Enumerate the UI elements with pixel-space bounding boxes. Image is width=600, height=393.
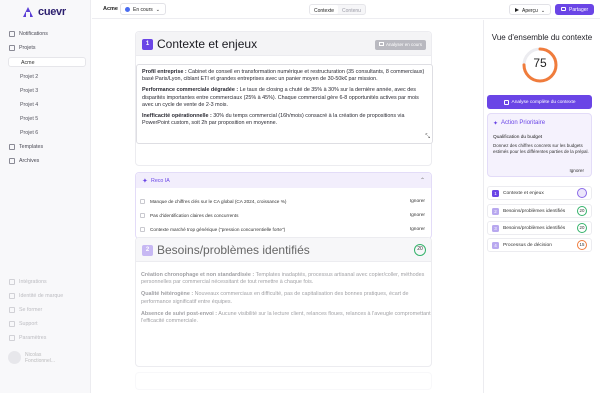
app-name: cuevr bbox=[38, 6, 66, 18]
priority-title: Action Prioritaire bbox=[501, 120, 546, 126]
step-item[interactable]: 1 Contexte et enjeux bbox=[487, 186, 592, 200]
folder-icon bbox=[9, 45, 15, 51]
section-contexte: 1 Contexte et enjeux Analyser en cours P… bbox=[135, 31, 433, 166]
book-icon bbox=[9, 307, 15, 313]
sidebar-item-templates[interactable]: Templates bbox=[9, 144, 43, 150]
brand-icon bbox=[9, 293, 15, 299]
paragraph: Création chronophage et non standardisée… bbox=[141, 272, 425, 286]
sidebar-item-projets[interactable]: Projets bbox=[9, 45, 36, 51]
status-dropdown[interactable]: En cours ⌄ bbox=[120, 3, 166, 15]
score-value: 75 bbox=[533, 56, 547, 70]
tab-contexte[interactable]: Contexte bbox=[310, 5, 339, 14]
sidebar-item-former[interactable]: Se former bbox=[9, 307, 42, 313]
sidebar-item-parametres[interactable]: Paramètres bbox=[9, 335, 46, 341]
analyze-icon bbox=[378, 42, 384, 46]
sidebar-item-integrations[interactable]: Intégrations bbox=[9, 279, 47, 285]
paragraph: Qualité hétérogène : Nouveaux commerciau… bbox=[141, 291, 409, 305]
gear-icon bbox=[9, 335, 15, 341]
reco-ia-panel: ✦ Reco IA ⌃ Manque de chiffres clés sur … bbox=[135, 172, 432, 239]
ignore-button[interactable]: Ignorer bbox=[410, 199, 425, 204]
main-content: 1 Contexte et enjeux Analyser en cours P… bbox=[92, 20, 477, 393]
step-score: 20 bbox=[577, 223, 587, 233]
reco-row: Pas d'identification claires des concurr… bbox=[140, 210, 425, 221]
ignore-button[interactable]: Ignorer bbox=[569, 168, 584, 173]
step-item[interactable]: 3 Besoins/problèmes identifiés 20 bbox=[487, 221, 592, 235]
reco-title: Reco IA bbox=[151, 178, 170, 184]
overview-title: Vue d'ensemble du contexte bbox=[491, 33, 593, 42]
section-score: 20 bbox=[414, 244, 426, 256]
section-number: 2 bbox=[142, 245, 153, 256]
priority-subtitle: Qualification du budget bbox=[493, 135, 543, 140]
sidebar-item-support[interactable]: Support bbox=[9, 321, 38, 327]
analyze-button[interactable]: Analyser en cours bbox=[374, 40, 426, 50]
step-score: 15 bbox=[577, 240, 587, 250]
sidebar-item-archives[interactable]: Archives bbox=[9, 158, 39, 164]
template-icon bbox=[9, 144, 15, 150]
sparkle-icon: ✦ bbox=[142, 178, 148, 185]
tab-contenu[interactable]: Contenu bbox=[338, 5, 365, 14]
reco-checkbox[interactable] bbox=[140, 213, 145, 218]
step-item[interactable]: 4 Processus de décision 15 bbox=[487, 238, 592, 252]
sidebar-project-3[interactable]: Projet 3 bbox=[20, 88, 38, 94]
sidebar-project-4[interactable]: Projet 4 bbox=[20, 102, 38, 108]
user-role: Fonctionnel... bbox=[25, 357, 56, 364]
contexte-textarea[interactable]: Profil entreprise : Cabinet de conseil e… bbox=[136, 64, 433, 144]
paragraph: Absence de suivi post-envoi : Aucune vis… bbox=[141, 310, 431, 325]
ignore-button[interactable]: Ignorer bbox=[410, 213, 425, 218]
play-icon bbox=[515, 7, 519, 12]
section-header: 1 Contexte et enjeux Analyser en cours bbox=[136, 32, 431, 56]
sidebar-item-identite[interactable]: Identité de marque bbox=[9, 293, 63, 299]
sidebar-item-notifications[interactable]: Notifications bbox=[9, 31, 48, 37]
section-number: 1 bbox=[142, 39, 153, 50]
step-item[interactable]: 2 Besoins/problèmes identifiés 20 bbox=[487, 204, 592, 218]
breadcrumb: Acme bbox=[103, 6, 118, 12]
ignore-button[interactable]: Ignorer bbox=[410, 227, 425, 232]
analyze-icon bbox=[503, 99, 509, 105]
sidebar-project-acme[interactable]: Acme bbox=[8, 57, 86, 67]
section-title: Contexte et enjeux bbox=[157, 37, 258, 51]
bell-icon bbox=[9, 31, 15, 37]
paragraph: Profil entreprise : Cabinet de conseil e… bbox=[142, 69, 425, 83]
reco-checkbox[interactable] bbox=[140, 227, 145, 232]
section-header: 2 Besoins/problèmes identifiés 20 bbox=[136, 238, 431, 262]
top-bar: Acme En cours ⌄ Contexte Contenu Aperçu … bbox=[92, 0, 600, 19]
sidebar-project-6[interactable]: Projet 6 bbox=[20, 130, 38, 136]
paragraph: Performance commerciale dégradée : Le ta… bbox=[142, 87, 419, 108]
reco-row: Contexte marché trop générique ("pressio… bbox=[140, 224, 425, 235]
priority-description: Donnez des chiffres concrets sur les bud… bbox=[493, 143, 589, 154]
help-icon bbox=[9, 321, 15, 327]
avatar bbox=[8, 351, 21, 364]
paragraph: Inefficacité opérationnelle : 30% du tem… bbox=[142, 113, 405, 127]
cuevr-logo-icon bbox=[23, 7, 35, 17]
plug-icon bbox=[9, 279, 15, 285]
step-status-icon bbox=[577, 188, 587, 198]
sidebar-project-2[interactable]: Projet 2 bbox=[20, 74, 38, 80]
section-title: Besoins/problèmes identifiés bbox=[157, 243, 310, 257]
priority-action-card: ✦ Action Prioritaire Qualification du bu… bbox=[487, 113, 592, 177]
resize-handle-icon[interactable]: ⤡ bbox=[425, 134, 430, 141]
share-button[interactable]: Partager bbox=[555, 4, 595, 15]
step-score: 20 bbox=[577, 206, 587, 216]
full-analysis-button[interactable]: Analyse complète du contexte bbox=[487, 95, 592, 109]
archive-icon bbox=[9, 158, 15, 164]
next-section-collapsed[interactable] bbox=[135, 372, 432, 390]
chevron-down-icon: ⌄ bbox=[540, 7, 546, 14]
reco-checkbox[interactable] bbox=[140, 199, 145, 204]
overview-panel: Vue d'ensemble du contexte 75 Analyse co… bbox=[483, 20, 600, 393]
share-icon bbox=[561, 7, 566, 11]
reco-header[interactable]: ✦ Reco IA ⌃ bbox=[136, 173, 431, 188]
user-profile[interactable]: Nicolas Fonctionnel... bbox=[8, 351, 55, 364]
apercu-button[interactable]: Aperçu ⌄ bbox=[509, 4, 552, 15]
sparkle-icon: ✦ bbox=[493, 121, 499, 127]
besoins-textarea[interactable]: Création chronophage et non standardisée… bbox=[141, 272, 431, 330]
chevron-up-icon[interactable]: ⌃ bbox=[420, 177, 425, 184]
chevron-down-icon: ⌄ bbox=[155, 6, 160, 13]
status-dot-icon bbox=[125, 7, 130, 12]
app-logo[interactable]: cuevr bbox=[23, 6, 66, 18]
section-besoins: 2 Besoins/problèmes identifiés 20 Créati… bbox=[135, 237, 432, 367]
reco-row: Manque de chiffres clés sur le CA global… bbox=[140, 196, 425, 207]
sidebar-project-5[interactable]: Projet 5 bbox=[20, 116, 38, 122]
view-tabs: Contexte Contenu bbox=[309, 4, 366, 15]
sidebar: cuevr Notifications Projets Acme Projet … bbox=[0, 0, 91, 393]
